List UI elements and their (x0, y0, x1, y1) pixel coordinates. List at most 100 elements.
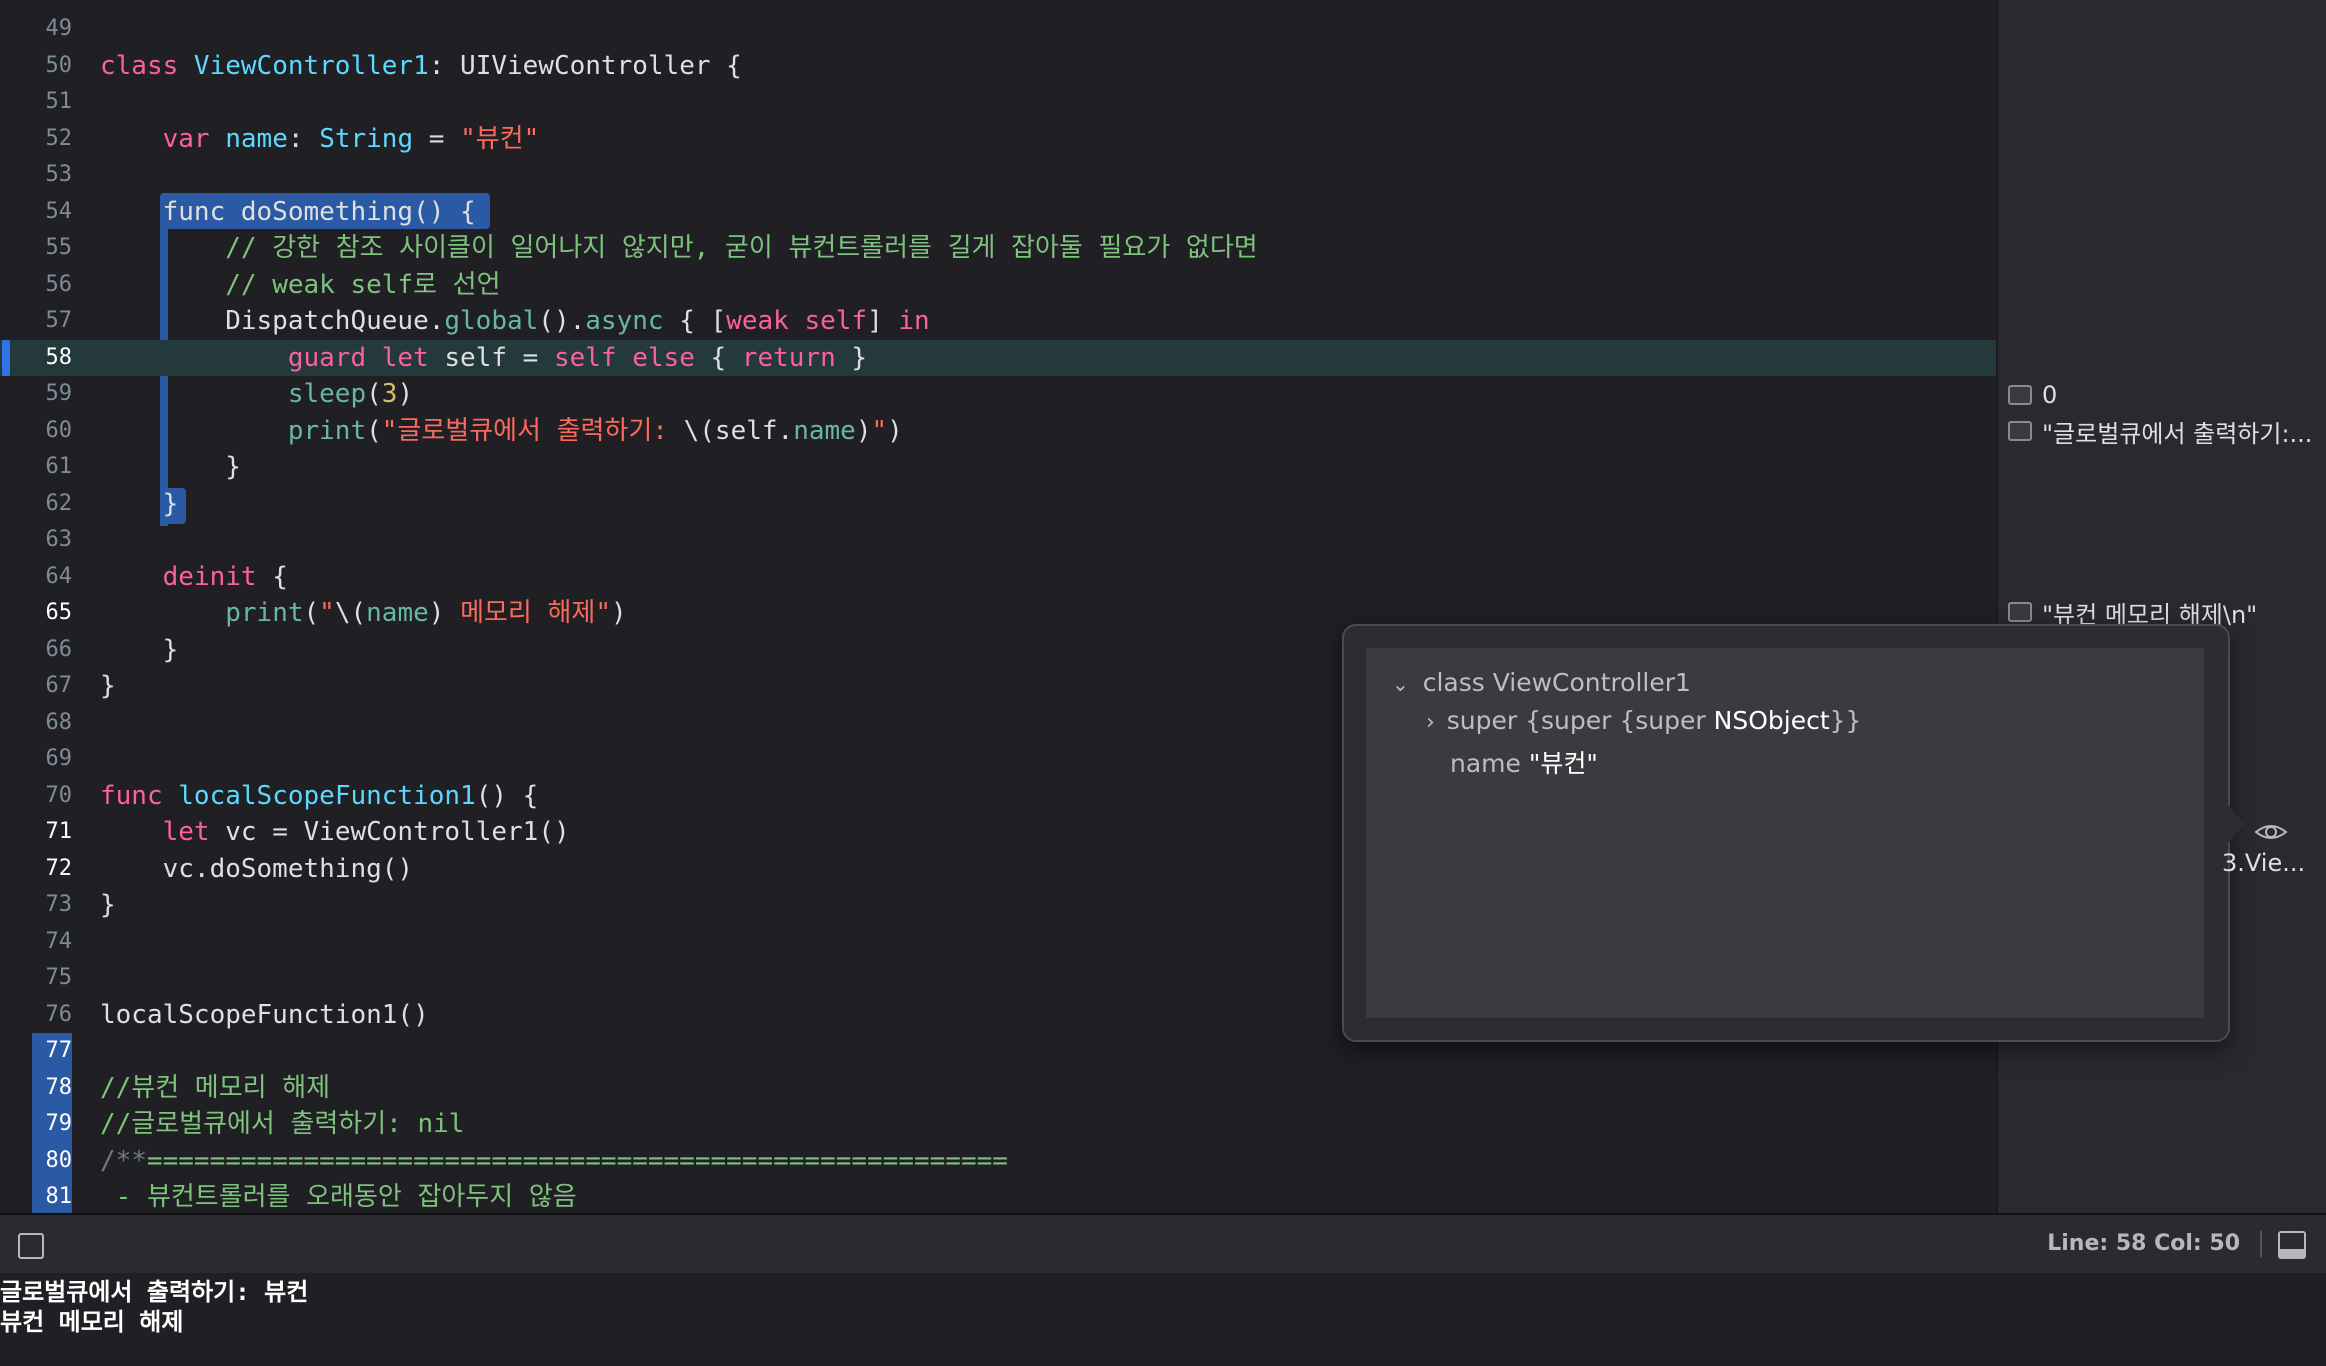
code-token: // 강한 참조 사이클이 일어나지 않지만, 굳이 뷰컨트롤러를 길게 잡아둘… (225, 233, 1258, 263)
line-number[interactable]: 63 (0, 522, 73, 559)
line-number[interactable]: 67 (0, 668, 73, 705)
code-line[interactable]: 61 } (0, 449, 1996, 486)
code-token: \(self. (683, 415, 794, 446)
line-number[interactable]: 79 (32, 1106, 72, 1143)
code-line[interactable]: 49 (0, 11, 1996, 48)
code-text: func doSomething() { (100, 194, 476, 231)
line-number[interactable]: 75 (0, 960, 73, 997)
code-token: in (898, 306, 930, 336)
chevron-right-icon[interactable]: › (1426, 710, 1435, 735)
line-number[interactable]: 72 (0, 851, 73, 888)
eye-icon[interactable] (2254, 818, 2288, 846)
quick-look-icon[interactable] (2008, 421, 2032, 441)
console-line: 글로벌큐에서 출력하기: 뷰컨 (0, 1278, 309, 1306)
code-text: vc.doSomething() (100, 851, 413, 888)
code-line[interactable]: 52 var name: String = "뷰컨" (0, 121, 1996, 158)
code-text: deinit { (100, 559, 288, 596)
code-text: } (100, 668, 116, 705)
code-line[interactable]: 51 (0, 84, 1996, 121)
line-number[interactable]: 69 (0, 741, 73, 778)
code-line[interactable]: 59 sleep(3) (0, 376, 1996, 413)
code-text: } (100, 449, 241, 486)
name-row: name "뷰컨" (1450, 744, 1598, 780)
variable-inspector-popover[interactable]: ⌄ class ViewController1 › super {super {… (1342, 624, 2230, 1042)
code-line[interactable]: 53 (0, 157, 1996, 194)
code-token: vc.doSomething() (100, 853, 414, 884)
code-line[interactable]: 78 //뷰컨 메모리 해제 (0, 1069, 1996, 1106)
code-line[interactable]: 64 deinit { (0, 559, 1996, 596)
code-text: var name: String = "뷰컨" (100, 121, 540, 158)
line-number[interactable]: 70 (0, 778, 73, 815)
debug-bar: Line: 58 Col: 50 (0, 1213, 2326, 1275)
code-line[interactable]: 54 func doSomething() { (0, 194, 1996, 231)
code-token: //뷰컨 메모리 해제 (100, 1072, 331, 1103)
quick-look-icon[interactable] (2008, 602, 2032, 622)
line-number[interactable]: 76 (0, 997, 73, 1034)
super-row[interactable]: › super {super {super NSObject}} (1426, 706, 1861, 735)
code-text: - 뷰컨트롤러를 오래동안 잡아두지 않음 (100, 1179, 577, 1213)
line-number[interactable]: 74 (0, 924, 73, 961)
line-number[interactable]: 57 (0, 303, 73, 340)
line-number[interactable]: 78 (32, 1069, 72, 1106)
code-line[interactable]: 63 (0, 522, 1996, 559)
line-number[interactable]: 51 (0, 84, 73, 121)
code-line[interactable]: 60 print("글로벌큐에서 출력하기: \(self.name)") (0, 413, 1996, 450)
code-line[interactable]: 56 // weak self로 선언 (0, 267, 1996, 304)
chevron-down-icon[interactable]: ⌄ (1392, 672, 1409, 696)
code-token: ] (867, 306, 899, 336)
code-token: /** (100, 1145, 147, 1176)
line-number[interactable]: 54 (0, 194, 73, 231)
result-line-59[interactable]: 0 (2008, 378, 2057, 412)
code-line[interactable]: 58 guard let self = self else { return } (0, 339, 1996, 377)
code-line[interactable]: 55 // 강한 참조 사이클이 일어나지 않지만, 굳이 뷰컨트롤러를 길게 … (0, 230, 1996, 267)
line-number[interactable]: 53 (0, 157, 73, 194)
code-line[interactable]: 81 - 뷰컨트롤러를 오래동안 잡아두지 않음 (0, 1179, 1996, 1213)
console-toggle-icon[interactable] (18, 1233, 44, 1259)
code-text: // 강한 참조 사이클이 일어나지 않지만, 굳이 뷰컨트롤러를 길게 잡아둘… (100, 230, 1258, 267)
result-partial[interactable]: 3.Vie... (2222, 849, 2305, 877)
result-line-60[interactable]: "글로벌큐에서 출력하기:... (2008, 414, 2312, 448)
result-value: "글로벌큐에서 출력하기:... (2042, 419, 2313, 448)
line-number[interactable]: 71 (0, 814, 73, 851)
code-line[interactable]: 57 DispatchQueue.global().async { [weak … (0, 303, 1996, 340)
quick-look-icon[interactable] (2008, 385, 2032, 405)
name-value: "뷰컨" (1528, 749, 1598, 778)
line-number[interactable]: 66 (0, 632, 73, 669)
code-line[interactable]: 79 //글로벌큐에서 출력하기: nil (0, 1106, 1996, 1143)
code-line[interactable]: 80 /**===================================… (0, 1142, 1996, 1179)
code-token: vc = ViewController1() (225, 817, 570, 847)
line-number[interactable]: 60 (0, 413, 73, 450)
code-line[interactable]: 50 class ViewController1: UIViewControlle… (0, 48, 1996, 85)
line-number[interactable]: 68 (0, 705, 73, 742)
line-number[interactable]: 62 (0, 486, 73, 523)
panel-toggle-icon[interactable] (2278, 1231, 2306, 1259)
line-number[interactable]: 55 (0, 230, 73, 267)
code-token: ( (366, 379, 382, 409)
code-text: //글로벌큐에서 출력하기: nil (100, 1106, 464, 1143)
line-number[interactable]: 80 (32, 1142, 72, 1179)
code-token: } (100, 671, 116, 701)
line-number[interactable]: 73 (0, 887, 73, 924)
line-number[interactable]: 58 (0, 340, 73, 377)
line-number[interactable]: 64 (0, 559, 73, 596)
console-output[interactable]: 글로벌큐에서 출력하기: 뷰컨 뷰컨 메모리 해제 (0, 1273, 2326, 1366)
line-number[interactable]: 59 (0, 376, 73, 413)
code-token: DispatchQueue. (100, 306, 445, 336)
line-number[interactable]: 49 (0, 11, 73, 48)
line-number[interactable]: 77 (32, 1033, 72, 1070)
line-number[interactable]: 52 (0, 121, 73, 158)
code-line[interactable]: 62 } (0, 486, 1996, 523)
line-number[interactable]: 50 (0, 48, 73, 85)
code-token: - 뷰컨트롤러를 오래동안 잡아두지 않음 (100, 1182, 577, 1212)
line-number[interactable]: 81 (32, 1179, 72, 1213)
code-text: } (100, 486, 179, 523)
code-token: " (319, 598, 335, 628)
line-number[interactable]: 65 (0, 595, 73, 632)
super-object: NSObject (1713, 706, 1830, 735)
line-number[interactable]: 61 (0, 449, 73, 486)
console-line: 뷰컨 메모리 해제 (0, 1308, 184, 1336)
class-row[interactable]: ⌄ class ViewController1 (1392, 668, 1691, 697)
line-number[interactable]: 56 (0, 267, 73, 304)
